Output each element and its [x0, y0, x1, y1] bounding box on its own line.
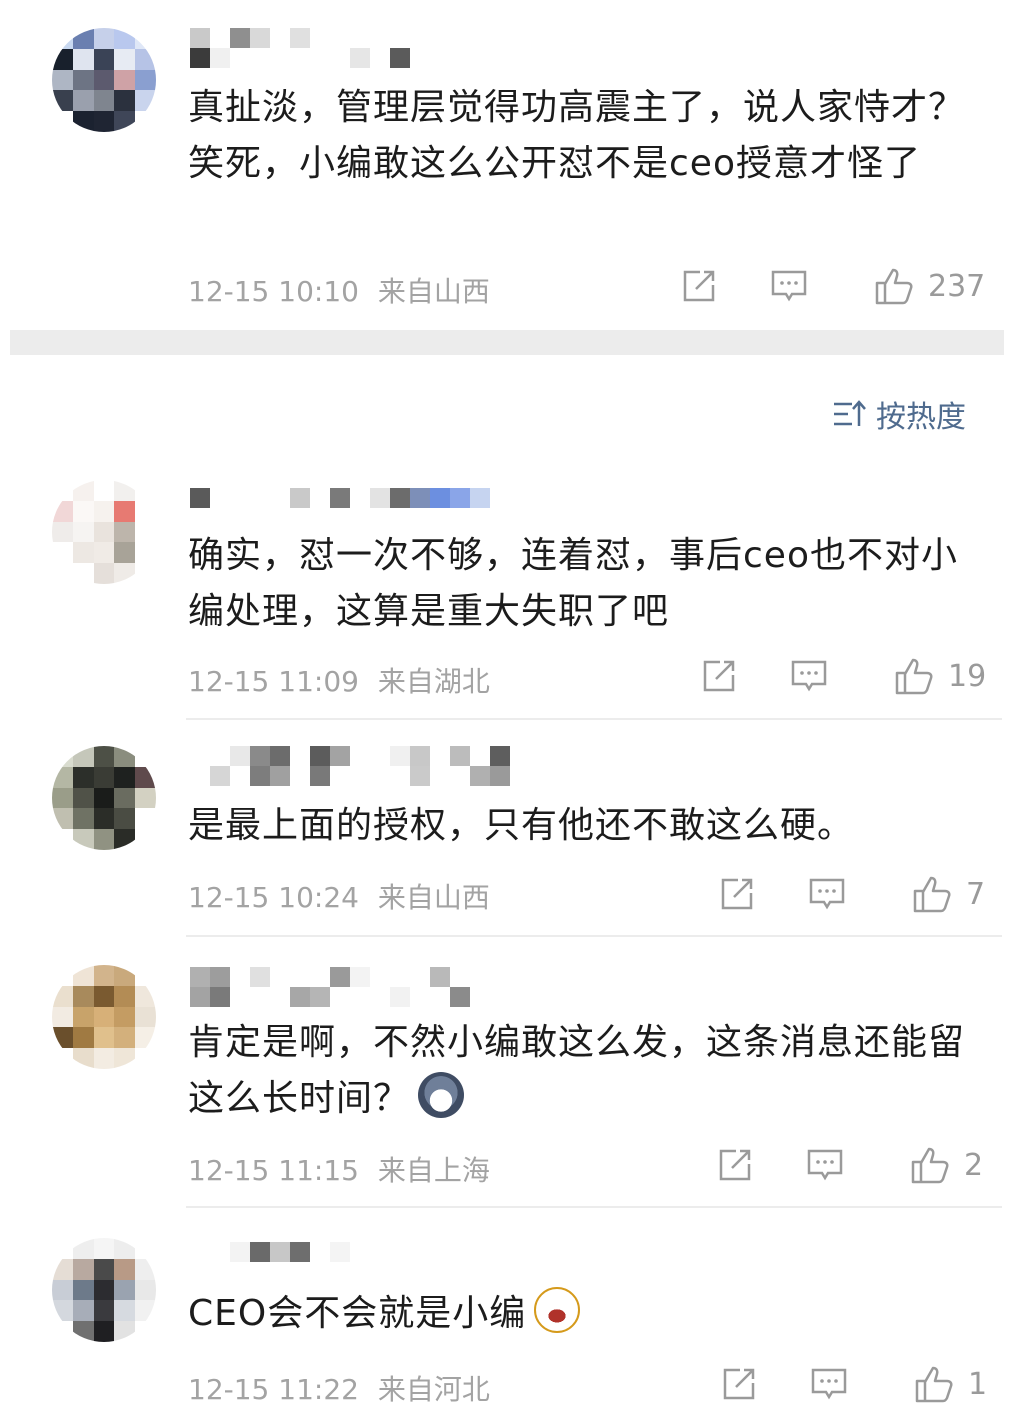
comment-text: CEO会不会就是小编 — [188, 1286, 978, 1342]
comment-actions: 19 — [700, 656, 986, 696]
comment-location: 来自山西 — [377, 275, 490, 308]
repost-button[interactable] — [700, 657, 738, 695]
sort-by-hot-button[interactable]: 按热度 — [832, 392, 966, 436]
like-button[interactable]: 237 — [874, 266, 985, 306]
comment-text-body: 肯定是啊，不然小编敢这么发，这条消息还能留这么长时间？ — [188, 1022, 966, 1119]
share-edit-icon — [719, 1149, 751, 1181]
username[interactable] — [190, 28, 310, 48]
comment-meta: 12-15 11:15 来自上海 — [188, 1149, 490, 1189]
comment-time: 12-15 11:22 — [188, 1373, 359, 1406]
like-count: 7 — [966, 876, 986, 912]
comment-text: 是最上面的授权，只有他还不敢这么硬。 — [188, 805, 855, 846]
comment-icon — [809, 878, 845, 910]
avatar[interactable] — [52, 746, 156, 850]
comment-button[interactable] — [770, 267, 808, 305]
comment-location: 来自上海 — [377, 1154, 490, 1187]
thumbs-up-icon — [911, 1147, 949, 1184]
comment-actions: 2 — [716, 1145, 983, 1185]
like-count: 2 — [964, 1147, 984, 1183]
comment-item: 肯定是啊，不然小编敢这么发，这条消息还能留这么长时间？ 12-15 11:15 … — [0, 937, 1018, 1207]
username[interactable] — [190, 1242, 370, 1262]
comment-icon — [791, 660, 827, 692]
avatar[interactable] — [52, 1238, 156, 1342]
comment-button[interactable] — [790, 657, 828, 695]
username[interactable] — [190, 967, 450, 987]
share-edit-icon — [721, 878, 753, 910]
comment-meta: 12-15 10:10 来自山西 — [188, 270, 490, 310]
username[interactable] — [190, 488, 490, 508]
comment-button[interactable] — [810, 1365, 848, 1403]
like-button[interactable]: 2 — [910, 1145, 983, 1185]
comment-icon — [811, 1368, 847, 1400]
like-count: 237 — [928, 268, 986, 304]
like-button[interactable]: 1 — [914, 1364, 987, 1404]
avatar[interactable] — [52, 480, 156, 584]
repost-button[interactable] — [680, 267, 718, 305]
comment-actions: 1 — [720, 1364, 987, 1404]
share-edit-icon — [703, 660, 735, 692]
like-count: 1 — [968, 1366, 988, 1402]
comment-button[interactable] — [806, 1146, 844, 1184]
comment-location: 来自山西 — [377, 881, 490, 914]
comment-text: 确实，怼一次不够，连着怼，事后ceo也不对小编处理，这算是重大失职了吧 — [188, 535, 958, 632]
thumbs-up-icon — [895, 658, 933, 695]
comment-item: CEO会不会就是小编 12-15 11:22 来自河北 1 — [0, 1208, 1018, 1424]
comment-item: 确实，怼一次不够，连着怼，事后ceo也不对小编处理，这算是重大失职了吧 12-1… — [0, 460, 1018, 720]
repost-button[interactable] — [716, 1146, 754, 1184]
avatar[interactable] — [52, 28, 156, 132]
comment-item: 真扯淡，管理层觉得功高震主了，说人家恃才？笑死，小编敢这么公开怼不是ceo授意才… — [0, 0, 1018, 330]
comment-icon — [807, 1149, 843, 1181]
share-edit-icon — [683, 270, 715, 302]
comment-time: 12-15 11:15 — [188, 1154, 359, 1187]
like-count: 19 — [948, 658, 987, 694]
comment-meta: 12-15 10:24 来自山西 — [188, 876, 490, 916]
comment-item: 是最上面的授权，只有他还不敢这么硬。 12-15 10:24 来自山西 7 — [0, 720, 1018, 936]
repost-button[interactable] — [718, 875, 756, 913]
comment-text-body: CEO会不会就是小编 — [188, 1293, 527, 1334]
like-button[interactable]: 19 — [894, 656, 986, 696]
laugh-emoji-icon — [534, 1287, 581, 1333]
thumbs-up-icon — [913, 876, 951, 913]
comment-text: 肯定是啊，不然小编敢这么发，这条消息还能留这么长时间？ — [188, 1015, 978, 1127]
comment-time: 12-15 10:24 — [188, 881, 359, 914]
section-divider — [10, 330, 1004, 355]
username-mosaic-row — [190, 987, 470, 1007]
comment-icon — [771, 270, 807, 302]
sort-icon — [834, 400, 866, 426]
comment-text: 真扯淡，管理层觉得功高震主了，说人家恃才？笑死，小编敢这么公开怼不是ceo授意才… — [188, 87, 966, 184]
comment-button[interactable] — [808, 875, 846, 913]
comment-location: 来自河北 — [377, 1373, 490, 1406]
comment-location: 来自湖北 — [377, 665, 490, 698]
username-mosaic-row — [190, 766, 510, 786]
share-edit-icon — [723, 1368, 755, 1400]
sort-label: 按热度 — [876, 400, 966, 435]
avatar[interactable] — [52, 965, 156, 1069]
like-button[interactable]: 7 — [912, 874, 985, 914]
comment-actions: 237 — [680, 266, 985, 306]
comment-meta: 12-15 11:22 来自河北 — [188, 1368, 490, 1408]
username[interactable] — [190, 746, 510, 766]
comment-time: 12-15 11:09 — [188, 665, 359, 698]
repost-button[interactable] — [720, 1365, 758, 1403]
comment-meta: 12-15 11:09 来自湖北 — [188, 660, 490, 700]
husky-emoji-icon — [418, 1072, 465, 1118]
comment-actions: 7 — [718, 874, 985, 914]
thumbs-up-icon — [875, 268, 913, 305]
comment-time: 12-15 10:10 — [188, 275, 359, 308]
username-mosaic-row — [190, 48, 410, 68]
thumbs-up-icon — [915, 1366, 953, 1403]
